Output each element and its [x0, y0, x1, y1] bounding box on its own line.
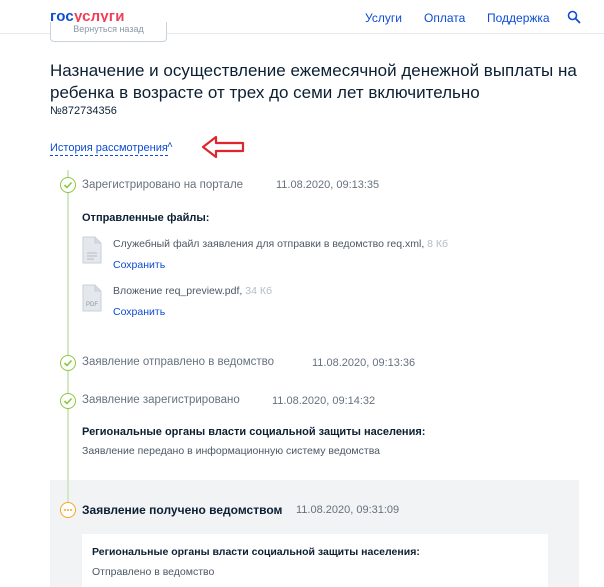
pdf-icon-label: PDF [86, 302, 98, 308]
document-icon [82, 236, 102, 264]
back-button[interactable]: Вернуться назад [50, 22, 167, 42]
nav-support[interactable]: Поддержка [487, 11, 550, 25]
step-title: Заявление получено ведомством [82, 503, 283, 517]
save-file-link[interactable]: Сохранить [113, 259, 165, 271]
step-date: 11.08.2020, 09:13:35 [276, 179, 380, 191]
search-icon[interactable] [567, 10, 581, 24]
org-label: Региональные органы власти социальной за… [92, 546, 420, 558]
step-date: 11.08.2020, 09:14:32 [272, 395, 376, 407]
step-date: 11.08.2020, 09:13:36 [312, 357, 416, 369]
in-progress-icon [60, 502, 76, 518]
nav-payment[interactable]: Оплата [424, 11, 465, 25]
org-label: Региональные органы власти социальной за… [82, 426, 426, 438]
status-message: Отправлено в ведомство [92, 566, 215, 578]
step-title: Зарегистрировано на портале [82, 179, 244, 191]
status-message: Заявление передано в информационную сист… [82, 445, 380, 457]
check-icon [60, 177, 76, 193]
red-arrow-annotation-icon [201, 135, 245, 159]
save-file-link[interactable]: Сохранить [113, 306, 165, 318]
step-date: 11.08.2020, 09:31:09 [296, 504, 400, 516]
pdf-icon: PDF [82, 284, 102, 312]
nav-services[interactable]: Услуги [365, 11, 402, 25]
timeline-line [67, 170, 69, 510]
chevron-up-icon[interactable]: ˄ [167, 140, 173, 151]
application-number: №872734356 [50, 105, 117, 117]
check-icon [60, 393, 76, 409]
sent-files-label: Отправленные файлы: [82, 212, 210, 224]
file-name: Вложение req_preview.pdf, 34 Кб [113, 285, 272, 297]
status-card [82, 534, 548, 587]
file-name: Служебный файл заявления для отправки в … [113, 238, 449, 250]
check-icon [60, 355, 76, 371]
page-title: Назначение и осуществление ежемесячной д… [50, 61, 577, 102]
step-title: Заявление отправлено в ведомство [82, 356, 275, 368]
step-title: Заявление зарегистрировано [82, 394, 240, 406]
history-toggle-link[interactable]: История рассмотрения [50, 142, 168, 156]
